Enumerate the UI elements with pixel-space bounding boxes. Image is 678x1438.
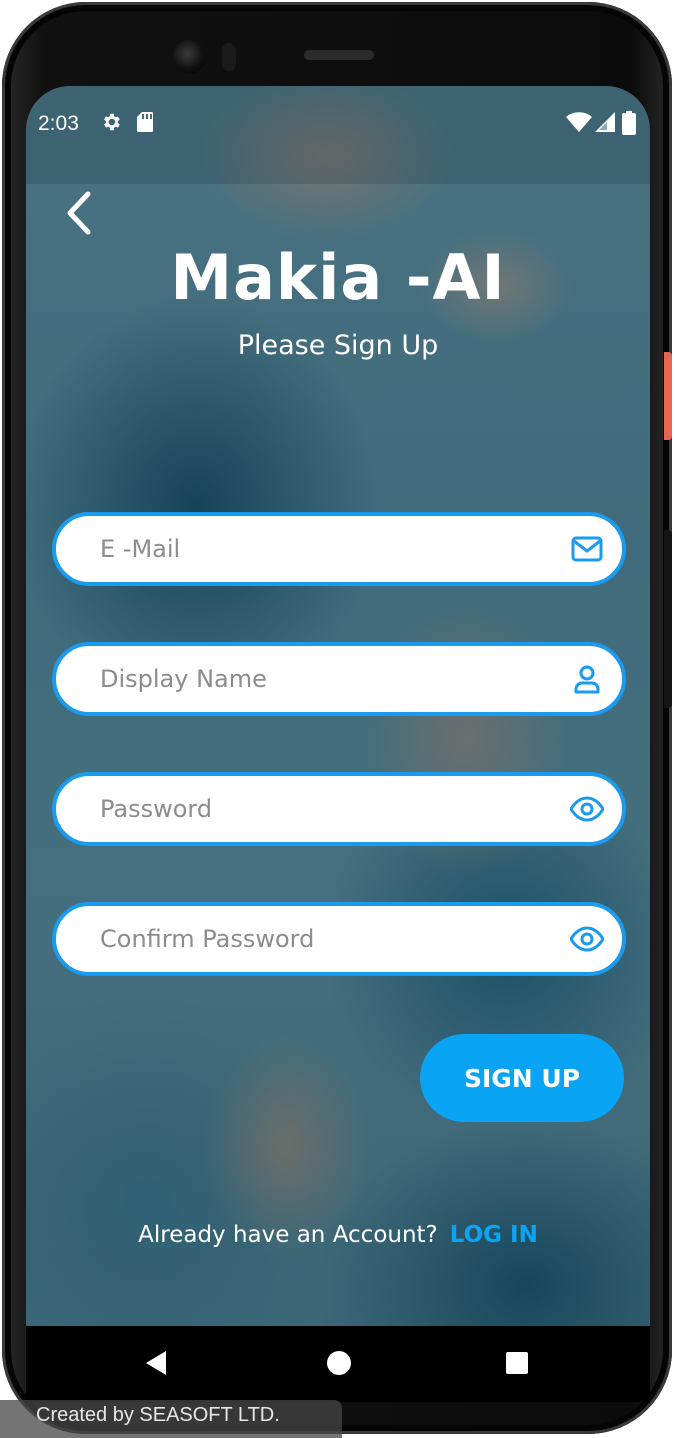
password-input[interactable] — [100, 776, 540, 842]
confirm-password-input[interactable] — [100, 906, 540, 972]
app-screen: 2:03 Makia -AI Please Sign Up E -Mail Di… — [26, 86, 650, 1402]
recents-square-icon[interactable] — [505, 1348, 529, 1378]
display-name-field[interactable] — [52, 642, 626, 716]
display-name-input[interactable] — [100, 646, 540, 712]
eye-icon[interactable] — [570, 923, 604, 955]
back-triangle-icon[interactable] — [144, 1348, 168, 1378]
email-input[interactable] — [100, 516, 540, 582]
battery-icon — [622, 111, 636, 135]
volume-button — [664, 530, 672, 708]
cell-signal-icon — [595, 112, 615, 132]
earpiece-speaker — [304, 50, 374, 60]
back-chevron-icon[interactable] — [60, 188, 100, 238]
front-camera — [172, 40, 206, 74]
login-link[interactable]: LOG IN — [450, 1222, 538, 1248]
page-subtitle: Please Sign Up — [237, 330, 439, 361]
email-field[interactable] — [52, 512, 626, 586]
app-title: Makia -AI — [170, 241, 506, 314]
user-icon — [574, 665, 600, 694]
sd-card-icon — [137, 112, 153, 132]
sign-up-button[interactable]: SIGN UP — [420, 1034, 624, 1122]
power-button — [664, 352, 672, 440]
eye-icon[interactable] — [570, 793, 604, 825]
system-nav-bar — [26, 1326, 650, 1402]
password-field[interactable] — [52, 772, 626, 846]
confirm-password-field[interactable] — [52, 902, 626, 976]
settings-gear-icon — [104, 113, 120, 131]
credit-banner: Created by SEASOFT LTD. — [0, 1400, 342, 1438]
home-circle-icon[interactable] — [326, 1348, 352, 1378]
login-prompt: Already have an Account? LOG IN — [26, 1222, 650, 1248]
status-time: 2:03 — [38, 112, 79, 135]
credit-text: Created by SEASOFT LTD. — [36, 1404, 280, 1426]
mail-icon — [571, 536, 603, 562]
wifi-icon — [566, 112, 592, 132]
login-question: Already have an Account? — [138, 1222, 438, 1248]
status-bar: 2:03 — [26, 86, 650, 184]
camera-sensor — [222, 43, 236, 71]
